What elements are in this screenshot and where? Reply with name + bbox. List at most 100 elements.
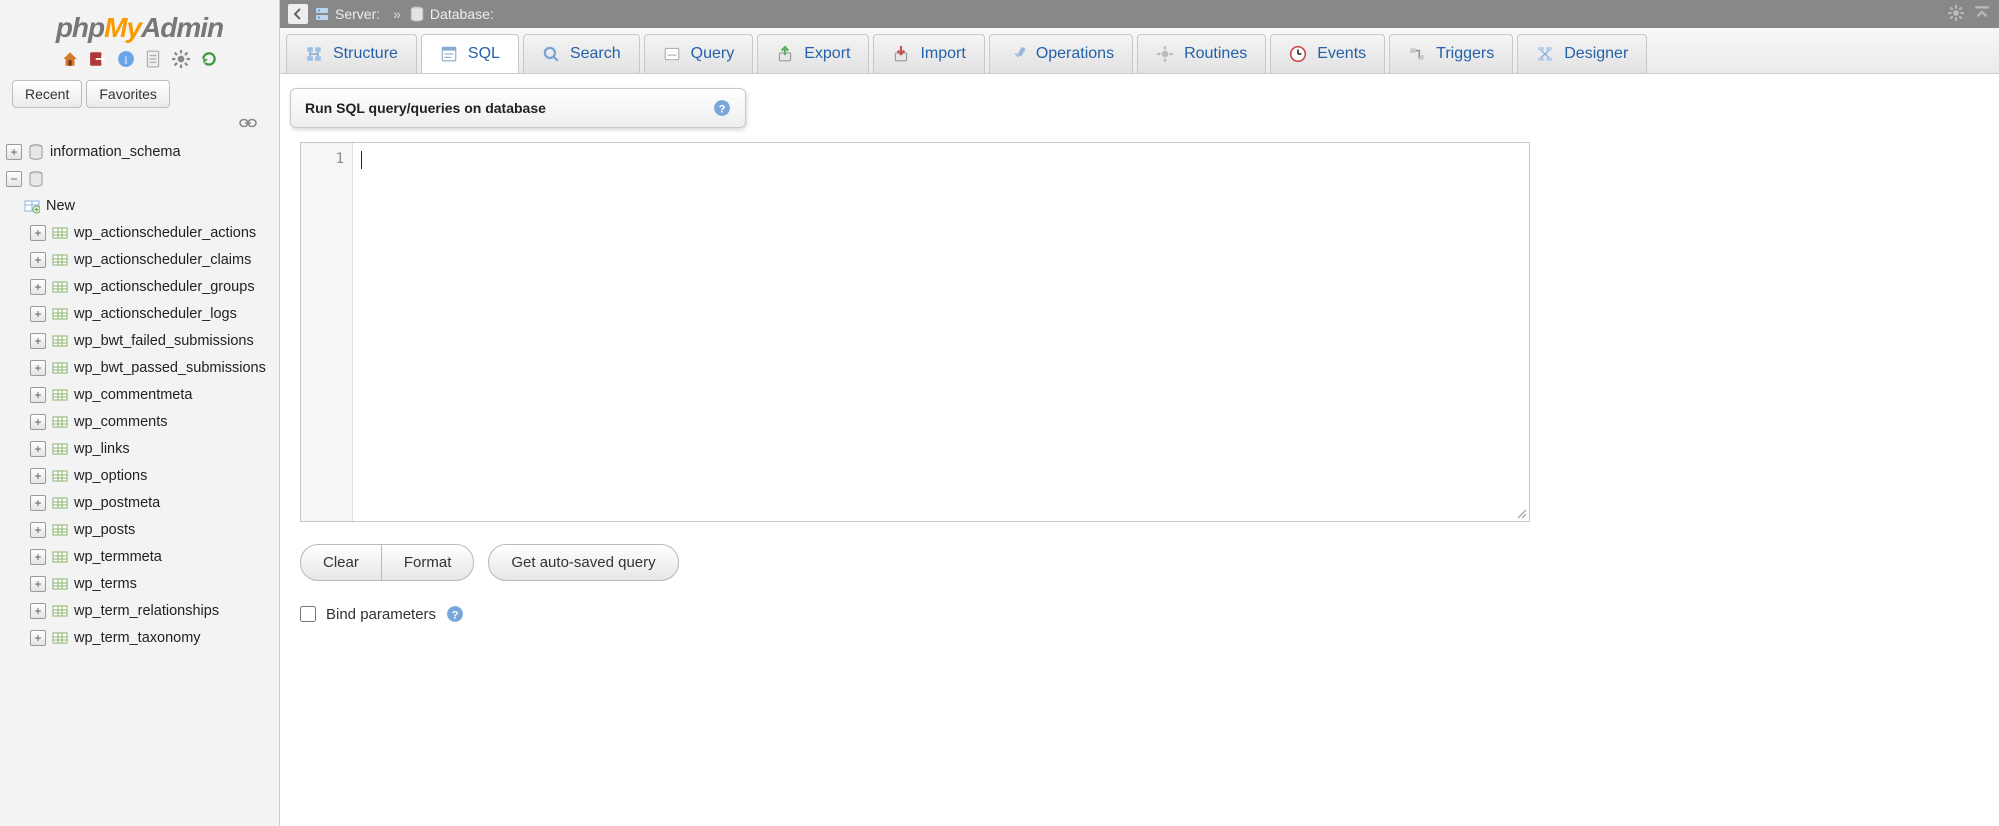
tab-routines[interactable]: Routines bbox=[1137, 34, 1266, 73]
clear-button[interactable]: Clear bbox=[301, 545, 381, 580]
expand-icon[interactable]: + bbox=[30, 441, 46, 457]
tree-label: wp_actionscheduler_claims bbox=[74, 252, 251, 268]
breadcrumb-right-controls bbox=[1947, 4, 1991, 22]
logo-part-admin: Admin bbox=[141, 12, 223, 43]
logout-icon[interactable] bbox=[89, 50, 107, 68]
reload-icon[interactable] bbox=[200, 50, 218, 68]
breadcrumb-bar: Server: » Database: bbox=[280, 0, 1999, 28]
settings-doc-icon[interactable] bbox=[144, 50, 162, 68]
tree-table-item[interactable]: +wp_term_relationships bbox=[6, 597, 279, 624]
tree-table-item[interactable]: +wp_actionscheduler_logs bbox=[6, 300, 279, 327]
tree-new-table[interactable]: New bbox=[6, 192, 279, 219]
expand-icon[interactable]: + bbox=[30, 630, 46, 646]
tree-table-item[interactable]: +wp_bwt_passed_submissions bbox=[6, 354, 279, 381]
tree-label: wp_termmeta bbox=[74, 549, 162, 565]
page-settings-icon[interactable] bbox=[1947, 4, 1965, 22]
tree-table-item[interactable]: +wp_actionscheduler_groups bbox=[6, 273, 279, 300]
expand-icon[interactable]: + bbox=[30, 333, 46, 349]
tab-label: Query bbox=[691, 45, 735, 63]
help-icon[interactable]: ? bbox=[446, 605, 464, 623]
tree-table-item[interactable]: +wp_options bbox=[6, 462, 279, 489]
tree-label: wp_bwt_failed_submissions bbox=[74, 333, 254, 349]
database-icon bbox=[409, 6, 425, 22]
editor-gutter: 1 bbox=[301, 143, 353, 521]
collapse-top-icon[interactable] bbox=[1973, 4, 1991, 22]
back-button[interactable] bbox=[288, 4, 308, 24]
tree-table-item[interactable]: +wp_postmeta bbox=[6, 489, 279, 516]
tab-import[interactable]: Import bbox=[873, 34, 984, 73]
tree-table-item[interactable]: + wp_actionscheduler_claims bbox=[6, 246, 279, 273]
events-icon bbox=[1289, 45, 1307, 63]
expand-icon[interactable]: + bbox=[30, 252, 46, 268]
table-icon bbox=[52, 252, 68, 268]
expand-icon[interactable]: + bbox=[30, 522, 46, 538]
tree-table-item[interactable]: +wp_term_taxonomy bbox=[6, 624, 279, 651]
breadcrumb-database[interactable]: Database: bbox=[409, 6, 499, 22]
expand-icon[interactable]: + bbox=[30, 495, 46, 511]
tree-table-item[interactable]: +wp_comments bbox=[6, 408, 279, 435]
tab-events[interactable]: Events bbox=[1270, 34, 1385, 73]
expand-icon[interactable]: + bbox=[30, 576, 46, 592]
sql-editor[interactable]: 1 bbox=[300, 142, 1530, 522]
docs-icon[interactable]: i bbox=[117, 50, 135, 68]
expand-icon[interactable]: + bbox=[30, 549, 46, 565]
tree-label: wp_links bbox=[74, 441, 130, 457]
tree-label: wp_actionscheduler_actions bbox=[74, 225, 256, 241]
expand-icon[interactable]: + bbox=[6, 144, 22, 160]
tree-table-item[interactable]: + wp_links bbox=[6, 435, 279, 462]
expand-icon[interactable]: + bbox=[30, 387, 46, 403]
recent-button[interactable]: Recent bbox=[12, 80, 82, 108]
tab-label: Events bbox=[1317, 45, 1366, 63]
designer-icon bbox=[1536, 45, 1554, 63]
bind-parameters-row: Bind parameters ? bbox=[290, 581, 1989, 623]
expand-icon[interactable]: + bbox=[30, 414, 46, 430]
table-icon bbox=[52, 495, 68, 511]
bind-parameters-checkbox[interactable] bbox=[300, 606, 316, 622]
tab-operations[interactable]: Operations bbox=[989, 34, 1133, 73]
tree-table-item[interactable]: +wp_commentmeta bbox=[6, 381, 279, 408]
expand-icon[interactable]: + bbox=[30, 306, 46, 322]
expand-icon[interactable]: + bbox=[30, 225, 46, 241]
expand-icon[interactable]: + bbox=[30, 279, 46, 295]
import-icon bbox=[892, 45, 910, 63]
expand-icon[interactable]: + bbox=[30, 603, 46, 619]
tree-table-item[interactable]: +wp_terms bbox=[6, 570, 279, 597]
format-button[interactable]: Format bbox=[381, 545, 474, 580]
expand-icon[interactable]: + bbox=[30, 360, 46, 376]
resize-grip-icon[interactable] bbox=[1515, 507, 1527, 519]
sql-icon bbox=[440, 45, 458, 63]
tab-sql[interactable]: SQL bbox=[421, 34, 519, 73]
database-icon bbox=[28, 144, 44, 160]
tab-triggers[interactable]: Triggers bbox=[1389, 34, 1513, 73]
tab-query[interactable]: Query bbox=[644, 34, 754, 73]
breadcrumb-server[interactable]: Server: bbox=[314, 6, 385, 22]
tab-export[interactable]: Export bbox=[757, 34, 869, 73]
collapse-icon[interactable]: − bbox=[6, 171, 22, 187]
expand-icon[interactable]: + bbox=[30, 468, 46, 484]
favorites-button[interactable]: Favorites bbox=[86, 80, 170, 108]
tree-table-item[interactable]: + wp_bwt_failed_submissions bbox=[6, 327, 279, 354]
editor-textarea[interactable] bbox=[353, 143, 1529, 521]
routines-icon bbox=[1156, 45, 1174, 63]
tab-label: Designer bbox=[1564, 45, 1628, 63]
tree-db-current[interactable]: − bbox=[6, 165, 279, 192]
home-icon[interactable] bbox=[61, 50, 79, 68]
table-icon bbox=[52, 387, 68, 403]
tree-table-item[interactable]: +wp_posts bbox=[6, 516, 279, 543]
link-icon[interactable] bbox=[239, 117, 257, 129]
tree-label: information_schema bbox=[50, 144, 181, 160]
gear-icon[interactable] bbox=[172, 50, 190, 68]
operations-icon bbox=[1008, 45, 1026, 63]
get-autosaved-button[interactable]: Get auto-saved query bbox=[488, 544, 678, 581]
tab-designer[interactable]: Designer bbox=[1517, 34, 1647, 73]
recent-favorites-switcher: Recent Favorites bbox=[0, 76, 279, 116]
help-icon[interactable]: ? bbox=[713, 99, 731, 117]
structure-icon bbox=[305, 45, 323, 63]
tree-table-item[interactable]: + wp_termmeta bbox=[6, 543, 279, 570]
tab-label: Structure bbox=[333, 45, 398, 63]
tree-db-information-schema[interactable]: + information_schema bbox=[6, 138, 279, 165]
tab-search[interactable]: Search bbox=[523, 34, 640, 73]
tree-table-item[interactable]: + wp_actionscheduler_actions bbox=[6, 219, 279, 246]
svg-text:?: ? bbox=[719, 104, 726, 116]
tab-structure[interactable]: Structure bbox=[286, 34, 417, 73]
